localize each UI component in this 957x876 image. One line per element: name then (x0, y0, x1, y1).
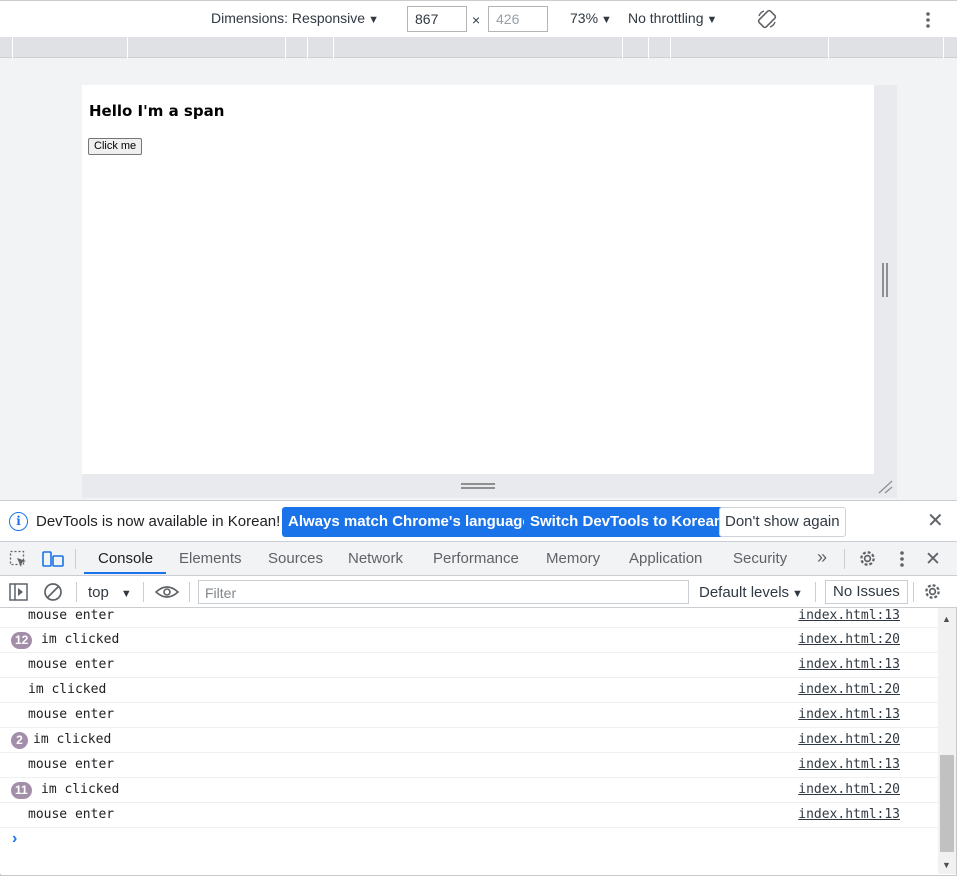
more-vert-icon[interactable] (924, 11, 932, 29)
source-link[interactable]: index.html:13 (798, 657, 900, 672)
device-toolbar: Dimensions: Responsive ▼ 867 × 426 73% ▼ N… (0, 0, 957, 37)
grip-icon (882, 263, 888, 297)
scrollbar-thumb[interactable] (940, 755, 954, 852)
log-message: mouse enter (28, 757, 115, 772)
log-message: im clicked (28, 682, 107, 697)
console-row: mouse enter index.html:13 (0, 653, 938, 678)
emulated-page: Hello I'm a span Click me (82, 85, 874, 474)
throttling-dropdown[interactable]: No throttling ▼ (628, 10, 717, 26)
devtools-tabbar: Console Elements Sources Network Perform… (0, 542, 957, 576)
dimensions-dropdown[interactable]: Dimensions: Responsive ▼ (211, 10, 379, 26)
repeat-count-badge: 2 (11, 732, 28, 749)
caret-down-icon: ▼ (368, 14, 379, 26)
source-link[interactable]: index.html:20 (798, 732, 900, 747)
corner-resize-icon[interactable] (877, 480, 893, 494)
tab-console[interactable]: Console (98, 550, 153, 567)
console-row: 2 im clicked index.html:20 (0, 728, 938, 753)
console-prompt[interactable]: › (12, 830, 17, 848)
console-row: mouse enter index.html:13 (0, 753, 938, 778)
device-toolbar-toggle-icon[interactable] (42, 550, 64, 568)
scroll-down-icon[interactable]: ▼ (942, 860, 951, 870)
grip-icon (461, 483, 495, 489)
language-infobar: i DevTools is now available in Korean! A… (0, 500, 957, 542)
dont-show-again-button[interactable]: Don't show again (719, 507, 846, 537)
source-link[interactable]: index.html:20 (798, 682, 900, 697)
active-tab-indicator (84, 572, 166, 574)
caret-down-icon: ▼ (120, 588, 132, 600)
times-sign: × (472, 12, 481, 28)
media-query-bar[interactable] (0, 37, 957, 58)
tab-sources[interactable]: Sources (268, 550, 323, 567)
close-icon[interactable]: ✕ (927, 511, 944, 531)
console-row: 11 im clicked index.html:20 (0, 778, 938, 803)
source-link[interactable]: index.html:20 (798, 632, 900, 647)
caret-down-icon: ▼ (792, 588, 803, 600)
inspect-element-icon[interactable] (9, 550, 28, 569)
more-vert-icon[interactable] (898, 550, 906, 568)
source-link[interactable]: index.html:20 (798, 782, 900, 797)
console-row: 12 im clicked index.html:20 (0, 628, 938, 653)
settings-gear-icon[interactable] (858, 549, 877, 568)
click-me-button[interactable]: Click me (88, 138, 143, 155)
log-message: mouse enter (28, 707, 115, 722)
tab-security[interactable]: Security (733, 550, 787, 567)
zoom-label: 73% (570, 10, 599, 26)
throttling-label: No throttling (628, 10, 704, 26)
filter-input[interactable]: Filter (198, 580, 689, 604)
console-settings-gear-icon[interactable] (923, 582, 942, 601)
log-message: im clicked (41, 632, 120, 647)
log-message: mouse enter (28, 807, 115, 822)
scroll-up-icon[interactable]: ▲ (942, 614, 951, 624)
source-link[interactable]: index.html:13 (798, 707, 900, 722)
log-levels-dropdown[interactable]: Default levels ▼ (699, 584, 803, 601)
caret-down-icon: ▼ (706, 14, 718, 26)
console-messages: mouse enter index.html:13 12 im clicked … (0, 608, 938, 874)
issues-button[interactable]: No Issues (825, 580, 908, 604)
repeat-count-badge: 11 (11, 782, 32, 799)
clear-console-icon[interactable] (43, 582, 63, 602)
console-toolbar: top ▼ Filter Default levels ▼ No Issues (0, 576, 957, 608)
dimensions-label: Dimensions: Responsive (211, 10, 366, 26)
close-devtools-icon[interactable]: ✕ (925, 548, 941, 571)
source-link[interactable]: index.html:13 (798, 608, 900, 623)
device-viewport-area: Hello I'm a span Click me (0, 58, 957, 500)
source-link[interactable]: index.html:13 (798, 757, 900, 772)
log-message: mouse enter (28, 657, 115, 672)
log-levels-label: Default levels (699, 584, 790, 601)
info-icon: i (9, 512, 28, 531)
context-selector[interactable]: top ▼ (88, 584, 132, 601)
span-text: Hello I'm a span (89, 102, 225, 120)
width-resize-handle[interactable] (874, 85, 897, 474)
context-label: top (88, 584, 109, 601)
height-resize-handle[interactable] (82, 474, 897, 498)
tab-network[interactable]: Network (348, 550, 403, 567)
tab-memory[interactable]: Memory (546, 550, 600, 567)
more-tabs-icon[interactable]: » (817, 547, 827, 568)
live-expression-eye-icon[interactable] (155, 585, 179, 599)
rotate-icon[interactable] (756, 8, 778, 30)
caret-down-icon: ▼ (601, 14, 612, 26)
tab-elements[interactable]: Elements (179, 550, 242, 567)
console-scrollbar[interactable]: ▲ ▼ (938, 608, 956, 874)
tab-performance[interactable]: Performance (433, 550, 519, 567)
infobar-message: DevTools is now available in Korean! (36, 513, 281, 530)
console-row: mouse enter index.html:13 (0, 703, 938, 728)
console-row: mouse enter index.html:13 (0, 803, 938, 828)
sidebar-toggle-icon[interactable] (9, 583, 28, 601)
switch-to-korean-button[interactable]: Switch DevTools to Korean (524, 507, 730, 537)
console-row: mouse enter index.html:13 (0, 608, 938, 628)
always-match-language-button[interactable]: Always match Chrome's language (282, 507, 537, 537)
source-link[interactable]: index.html:13 (798, 807, 900, 822)
zoom-dropdown[interactable]: 73% ▼ (570, 10, 612, 26)
log-message: im clicked (33, 732, 112, 747)
log-message: mouse enter (28, 608, 115, 623)
console-row: im clicked index.html:20 (0, 678, 938, 703)
tab-application[interactable]: Application (629, 550, 702, 567)
width-input[interactable]: 867 (407, 6, 467, 32)
repeat-count-badge: 12 (11, 632, 33, 649)
log-message: im clicked (41, 782, 120, 797)
height-input[interactable]: 426 (488, 6, 548, 32)
